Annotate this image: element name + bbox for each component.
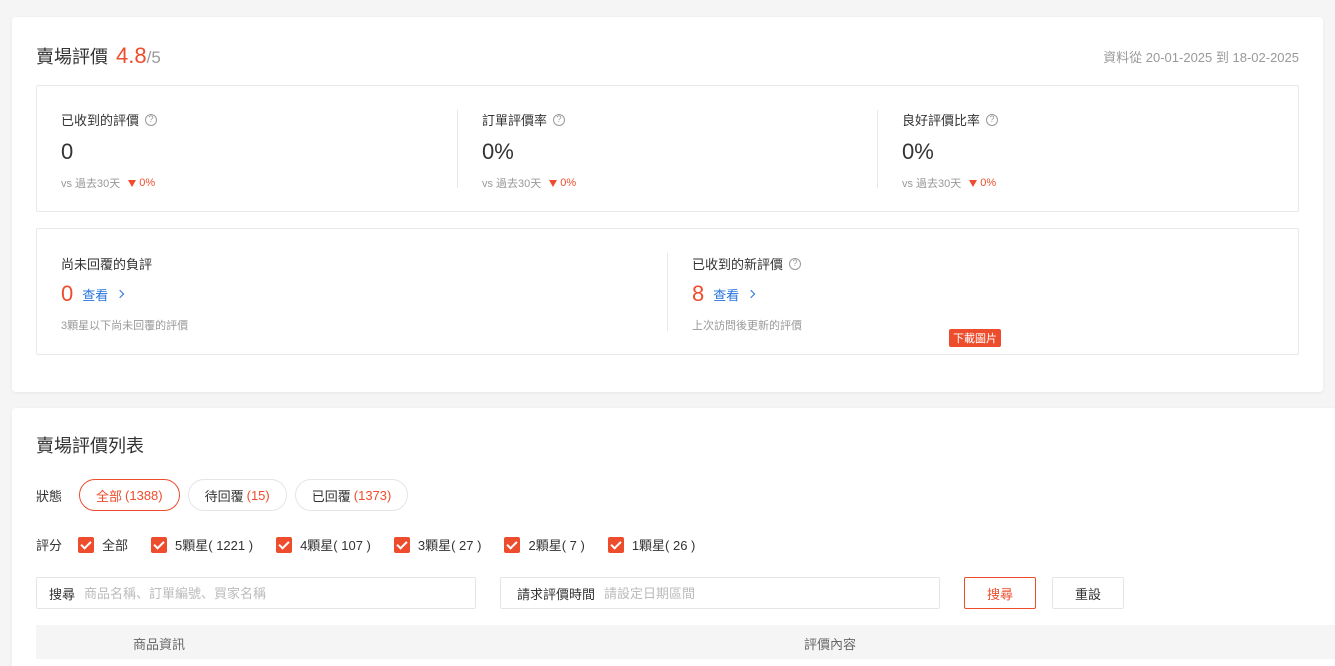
search-field[interactable]: 搜尋	[36, 577, 476, 609]
rating-score-total: /5	[146, 48, 161, 67]
date-range-input[interactable]	[604, 579, 939, 607]
chevron-right-icon[interactable]	[116, 289, 125, 299]
unreplied-label: 尚未回覆的負評	[61, 257, 153, 272]
rating-checkbox-5-star[interactable]: 5顆星( 1221 )	[151, 535, 253, 554]
search-input[interactable]	[84, 579, 475, 607]
new-reviews-desc: 上次訪問後更新的評價	[692, 320, 802, 332]
metric-label: 訂單評價率	[482, 113, 548, 128]
checkbox-checked-icon[interactable]	[607, 536, 624, 553]
metric-order-review-rate: 訂單評價率 ? 0% vs 過去30天 0%	[482, 110, 576, 191]
tab-pending-reply[interactable]: 待回覆 (15)	[187, 479, 287, 511]
checkbox-checked-icon[interactable]	[393, 536, 410, 553]
table-header: 商品資訊 評價內容	[36, 625, 1335, 659]
divider	[877, 110, 878, 188]
review-actions-box: 尚未回覆的負評 0 查看 3顆星以下尚未回覆的評價 已收到的新評價 ? 8 查看	[36, 228, 1299, 355]
rating-checkbox-2-star[interactable]: 2顆星( 7 )	[504, 535, 585, 554]
down-arrow-icon	[549, 179, 558, 187]
metric-value: 0%	[482, 139, 514, 164]
rating-filter-row: 評分 全部 5顆星( 1221 ) 4顆星( 107 ) 3顆星( 27 ) 2…	[36, 535, 718, 554]
metrics-box: 已收到的評價 ? 0 vs 過去30天 0% 訂單評價率 ? 0% vs 過去3…	[36, 85, 1299, 212]
column-product-info: 商品資訊	[133, 637, 186, 652]
column-review-content: 評價內容	[804, 637, 857, 652]
date-range: 資料從 20-01-2025 到 18-02-2025	[1103, 50, 1299, 65]
review-list-card: 賣場評價列表 狀態 全部 (1388) 待回覆 (15) 已回覆 (1373) 評分 …	[12, 408, 1335, 666]
metric-change: 0%	[139, 177, 156, 189]
unreplied-count: 0	[61, 281, 74, 306]
search-label: 搜尋	[49, 586, 76, 602]
status-label: 狀態	[36, 488, 63, 504]
chevron-right-icon[interactable]	[747, 289, 756, 299]
date-filter-field[interactable]: 請求評價時間	[500, 577, 940, 609]
checkbox-checked-icon[interactable]	[276, 536, 293, 553]
new-reviews: 已收到的新評價 ? 8 查看 上次訪問後更新的評價	[692, 254, 802, 333]
new-reviews-label: 已收到的新評價	[692, 257, 784, 272]
divider	[667, 253, 668, 331]
tab-replied[interactable]: 已回覆 (1373)	[294, 479, 409, 511]
metric-vs-label: vs 過去30天	[902, 178, 962, 190]
date-filter-label: 請求評價時間	[517, 586, 596, 602]
rating-checkbox-all[interactable]: 全部	[78, 535, 128, 554]
reset-button[interactable]: 重設	[1052, 577, 1124, 609]
metric-vs-label: vs 過去30天	[482, 178, 542, 190]
summary-title-row: 賣場評價 4.8 /5	[36, 43, 161, 69]
checkbox-checked-icon[interactable]	[78, 536, 95, 553]
down-arrow-icon	[128, 179, 137, 187]
unreplied-negative-reviews: 尚未回覆的負評 0 查看 3顆星以下尚未回覆的評價	[61, 254, 188, 333]
download-image-button[interactable]: 下載圖片	[949, 329, 1001, 347]
metric-value: 0%	[902, 139, 934, 164]
rating-checkbox-1-star[interactable]: 1顆星( 26 )	[607, 535, 695, 554]
tab-all[interactable]: 全部 (1388)	[79, 479, 180, 511]
metric-label: 已收到的評價	[61, 113, 140, 128]
view-new-reviews-link[interactable]: 查看	[713, 285, 756, 304]
rating-score: 4.8	[116, 43, 147, 68]
unreplied-desc: 3顆星以下尚未回覆的評價	[61, 320, 189, 332]
new-reviews-count: 8	[692, 281, 705, 306]
list-title: 賣場評價列表	[36, 436, 144, 456]
metric-change: 0%	[980, 177, 997, 189]
help-icon[interactable]: ?	[145, 113, 158, 126]
metric-change: 0%	[560, 177, 577, 189]
metric-good-review-ratio: 良好評價比率 ? 0% vs 過去30天 0%	[902, 110, 999, 191]
metric-vs-label: vs 過去30天	[61, 178, 121, 190]
down-arrow-icon	[969, 179, 978, 187]
rating-checkbox-4-star[interactable]: 4顆星( 107 )	[276, 535, 371, 554]
help-icon[interactable]: ?	[553, 113, 566, 126]
search-button[interactable]: 搜尋	[964, 577, 1036, 609]
checkbox-checked-icon[interactable]	[504, 536, 521, 553]
rating-label: 評分	[36, 538, 63, 553]
divider	[457, 110, 458, 188]
checkbox-checked-icon[interactable]	[151, 536, 168, 553]
metric-received-reviews: 已收到的評價 ? 0 vs 過去30天 0%	[61, 110, 158, 191]
shop-rating-summary-card: 賣場評價 4.8 /5 資料從 20-01-2025 到 18-02-2025 …	[12, 17, 1323, 392]
help-icon[interactable]: ?	[789, 257, 802, 270]
status-filter-row: 狀態 全部 (1388) 待回覆 (15) 已回覆 (1373)	[36, 479, 416, 511]
view-unreplied-link[interactable]: 查看	[82, 285, 125, 304]
page-title: 賣場評價	[36, 47, 108, 67]
rating-checkbox-3-star[interactable]: 3顆星( 27 )	[393, 535, 481, 554]
metric-label: 良好評價比率	[902, 113, 981, 128]
metric-value: 0	[61, 139, 74, 164]
help-icon[interactable]: ?	[986, 113, 999, 126]
